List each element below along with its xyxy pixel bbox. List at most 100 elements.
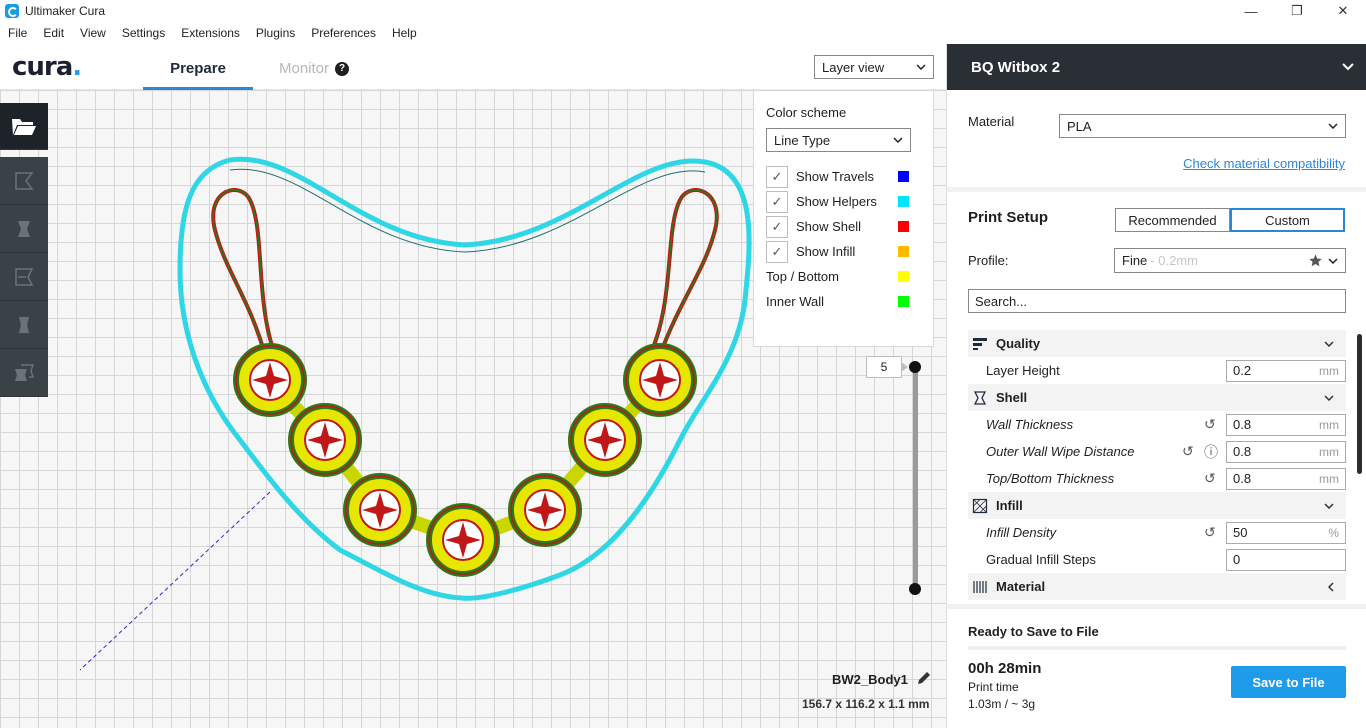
menu-extensions[interactable]: Extensions (173, 26, 248, 40)
layer-slider-bottom-handle[interactable] (909, 583, 921, 595)
reset-icon[interactable]: ↺ (1204, 416, 1216, 433)
material-value: PLA (1067, 118, 1092, 134)
maximize-button[interactable]: ❐ (1274, 0, 1320, 22)
legend-shell[interactable]: ✓ Show Shell (766, 214, 921, 239)
tab-prepare[interactable]: Prepare (143, 58, 253, 90)
check-material-compatibility-link[interactable]: Check material compatibility (1183, 156, 1345, 171)
infill-icon (972, 498, 988, 513)
reset-icon[interactable]: ↺ (1204, 470, 1216, 487)
view-mode-dropdown[interactable]: Layer view (814, 55, 934, 79)
category-quality[interactable]: Quality (968, 330, 1346, 357)
setting-infill-density: Infill Density ↺ 50% (968, 519, 1346, 546)
shell-icon (973, 390, 987, 405)
tab-monitor-label: Monitor (279, 60, 330, 77)
view-mode-value: Layer view (822, 59, 885, 75)
category-label: Material (996, 579, 1046, 594)
checkbox-infill[interactable]: ✓ (766, 240, 788, 263)
layer-slider-track[interactable] (913, 366, 918, 589)
close-button[interactable]: ✕ (1320, 0, 1366, 22)
reset-icon[interactable]: ↺ (1182, 443, 1194, 460)
per-model-settings-button[interactable] (0, 349, 48, 397)
legend-travels[interactable]: ✓ Show Travels (766, 164, 921, 189)
swatch-inner-wall (898, 296, 909, 307)
wall-thickness-input[interactable]: 0.8 mm (1226, 413, 1346, 436)
save-to-file-button[interactable]: Save to File (1231, 666, 1346, 698)
outer-wall-wipe-input[interactable]: 0.8 mm (1226, 440, 1346, 463)
setting-label: Infill Density (986, 525, 1057, 540)
chevron-down-icon (1328, 123, 1338, 129)
open-file-button[interactable] (0, 103, 48, 150)
category-material[interactable]: Material (968, 573, 1346, 600)
material-dropdown[interactable]: PLA (1059, 114, 1346, 138)
color-scheme-dropdown[interactable]: Line Type (766, 128, 911, 152)
setting-gradual-infill: Gradual Infill Steps 0 (968, 546, 1346, 573)
settings-scrollbar[interactable] (1357, 334, 1362, 474)
recommended-mode-button[interactable]: Recommended (1115, 208, 1230, 232)
checkbox-shell[interactable]: ✓ (766, 215, 788, 238)
print-time-label: Print time (968, 680, 1019, 694)
checkbox-travels[interactable]: ✓ (766, 165, 788, 188)
menu-preferences[interactable]: Preferences (303, 26, 384, 40)
category-infill[interactable]: Infill (968, 492, 1346, 519)
color-scheme-value: Line Type (774, 132, 831, 148)
rotate-icon (15, 267, 34, 286)
menu-help[interactable]: Help (384, 26, 425, 40)
info-icon[interactable]: ⓘ (1204, 442, 1218, 462)
object-dimensions: 156.7 x 116.2 x 1.1 mm (802, 697, 930, 711)
checkbox-helpers[interactable]: ✓ (766, 190, 788, 213)
legend-label-shell: Show Shell (796, 219, 862, 234)
menu-view[interactable]: View (72, 26, 114, 40)
per-model-settings-icon (15, 363, 35, 381)
layer-slider-top-handle[interactable] (909, 361, 921, 373)
category-shell[interactable]: Shell (968, 384, 1346, 411)
logo-text: cura (12, 52, 73, 82)
menu-plugins[interactable]: Plugins (248, 26, 303, 40)
menu-edit[interactable]: Edit (35, 26, 72, 40)
legend-helpers[interactable]: ✓ Show Helpers (766, 189, 921, 214)
profile-dropdown[interactable]: Fine - 0.2mm (1114, 248, 1346, 273)
swatch-top-bottom (898, 271, 909, 282)
setting-unit: mm (1319, 471, 1339, 486)
gradual-infill-input[interactable]: 0 (1226, 548, 1346, 571)
machine-selector[interactable]: BQ Witbox 2 (947, 44, 1366, 90)
menu-file[interactable]: File (0, 26, 35, 40)
mirror-tool-button[interactable] (0, 301, 48, 349)
setting-value: 0.8 (1233, 471, 1252, 486)
rotate-tool-button[interactable] (0, 253, 48, 301)
slicing-progress-bar (968, 646, 1346, 650)
scale-tool-button[interactable] (0, 205, 48, 253)
legend-infill[interactable]: ✓ Show Infill (766, 239, 921, 264)
settings-list: Quality Layer Height 0.2 mm Shell Wall Th… (968, 330, 1346, 600)
star-icon[interactable] (1309, 254, 1322, 267)
beads (233, 343, 697, 577)
pencil-icon[interactable] (916, 670, 932, 686)
help-icon[interactable]: ? (335, 61, 350, 76)
save-panel: Ready to Save to File 00h 28min Print ti… (947, 604, 1366, 728)
setting-layer-height: Layer Height 0.2 mm (968, 357, 1346, 384)
move-tool-button[interactable] (0, 157, 48, 205)
reset-icon[interactable]: ↺ (1204, 524, 1216, 541)
menu-bar: File Edit View Settings Extensions Plugi… (0, 22, 1366, 44)
quality-icon (973, 337, 987, 350)
color-scheme-label: Color scheme (766, 105, 847, 120)
minimize-button[interactable]: — (1228, 0, 1274, 22)
tab-monitor[interactable]: Monitor ? (279, 58, 350, 77)
menu-settings[interactable]: Settings (114, 26, 173, 40)
chevron-down-icon (1324, 394, 1334, 401)
legend-top-bottom: Top / Bottom (766, 264, 921, 289)
settings-search-input[interactable]: Search... (968, 289, 1346, 313)
material-label: Material (968, 114, 1015, 129)
setting-unit: mm (1319, 444, 1339, 459)
setting-top-bottom-thickness: Top/Bottom Thickness ↺ 0.8 mm (968, 465, 1346, 492)
custom-mode-button[interactable]: Custom (1230, 208, 1345, 232)
infill-density-input[interactable]: 50% (1226, 521, 1346, 544)
cura-logo: cura. (12, 52, 82, 82)
window-title: Ultimaker Cura (25, 4, 106, 18)
machine-name: BQ Witbox 2 (971, 58, 1061, 76)
top-bottom-thickness-input[interactable]: 0.8 mm (1226, 467, 1346, 490)
ready-status: Ready to Save to File (968, 624, 1099, 639)
setting-value: 0.2 (1233, 363, 1252, 378)
left-toolbar (0, 103, 48, 397)
layer-number-field[interactable]: 5 (866, 356, 908, 378)
layer-height-input[interactable]: 0.2 mm (1226, 359, 1346, 382)
